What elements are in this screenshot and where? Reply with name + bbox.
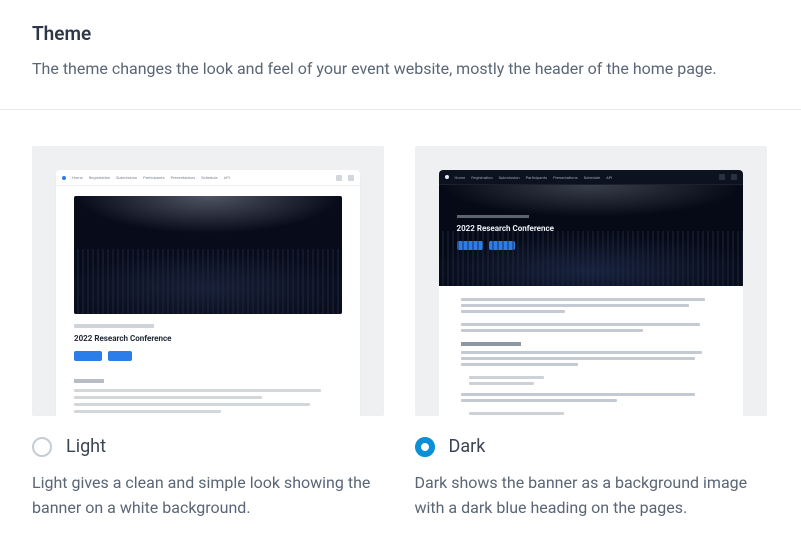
radio-checked-icon — [415, 437, 435, 457]
mock-banner-image — [74, 196, 342, 314]
mock-primary-button — [74, 351, 102, 361]
mock-text-line — [461, 363, 578, 366]
theme-preview-light[interactable]: HomeRegistrationSubmissionParticipantsPr… — [32, 146, 384, 416]
mock-text-line — [74, 396, 262, 399]
mock-hero: 2022 Research Conference — [56, 186, 360, 369]
mock-text-line — [74, 389, 321, 392]
logo-dot-icon — [62, 176, 66, 180]
theme-section-header: Theme The theme changes the look and fee… — [0, 0, 801, 110]
theme-label-dark: Dark — [449, 436, 486, 457]
mock-text-line — [74, 403, 310, 406]
radio-unchecked-icon — [32, 437, 52, 457]
theme-options: HomeRegistrationSubmissionParticipantsPr… — [0, 110, 801, 545]
theme-option-dark: HomeRegistrationSubmissionParticipantsPr… — [415, 146, 770, 521]
mock-conference-title: 2022 Research Conference — [457, 224, 554, 233]
mock-secondary-button — [108, 351, 132, 361]
mock-secondary-button — [489, 241, 515, 250]
mock-browser-light: HomeRegistrationSubmissionParticipantsPr… — [56, 170, 360, 416]
mock-subheading — [461, 342, 521, 346]
section-title: Theme — [32, 22, 769, 45]
mock-text-line — [461, 310, 565, 313]
mock-bullet-line — [469, 382, 535, 385]
nav-action-icon — [348, 175, 354, 181]
theme-option-light: HomeRegistrationSubmissionParticipantsPr… — [32, 146, 387, 521]
mock-bullet-line — [469, 376, 545, 379]
mock-text-line — [461, 399, 617, 402]
mock-text-line — [461, 323, 700, 326]
mock-browser-dark: HomeRegistrationSubmissionParticipantsPr… — [439, 170, 743, 416]
section-description: The theme changes the look and feel of y… — [32, 57, 769, 81]
mock-body — [56, 369, 360, 416]
mock-body — [439, 286, 743, 416]
mock-nav: HomeRegistrationSubmissionParticipantsPr… — [439, 170, 743, 185]
mock-text-line — [74, 410, 221, 413]
mock-conference-title: 2022 Research Conference — [74, 334, 342, 343]
mock-primary-button — [457, 241, 483, 250]
theme-label-light: Light — [66, 436, 106, 457]
mock-text-line — [461, 329, 643, 332]
mock-hero: 2022 Research Conference — [439, 185, 743, 286]
theme-description-dark: Dark shows the banner as a background im… — [415, 471, 770, 521]
nav-action-icon — [719, 174, 725, 180]
mock-text-line — [461, 298, 705, 301]
mock-bullet-line — [469, 412, 565, 415]
theme-radio-light[interactable]: Light — [32, 436, 387, 457]
mock-date-line — [74, 324, 154, 328]
nav-action-icon — [731, 174, 737, 180]
mock-text-line — [461, 357, 695, 360]
mock-nav: HomeRegistrationSubmissionParticipantsPr… — [56, 170, 360, 186]
mock-text-line — [461, 393, 695, 396]
logo-dot-icon — [445, 175, 449, 179]
theme-radio-dark[interactable]: Dark — [415, 436, 770, 457]
mock-text-line — [461, 351, 703, 354]
theme-preview-dark[interactable]: HomeRegistrationSubmissionParticipantsPr… — [415, 146, 767, 416]
mock-cta-buttons — [457, 241, 554, 250]
mock-date-line — [457, 215, 529, 218]
nav-action-icon — [336, 175, 342, 181]
theme-description-light: Light gives a clean and simple look show… — [32, 471, 387, 521]
mock-text-line — [461, 304, 690, 307]
mock-cta-buttons — [74, 351, 342, 361]
mock-heading-line — [74, 379, 104, 383]
